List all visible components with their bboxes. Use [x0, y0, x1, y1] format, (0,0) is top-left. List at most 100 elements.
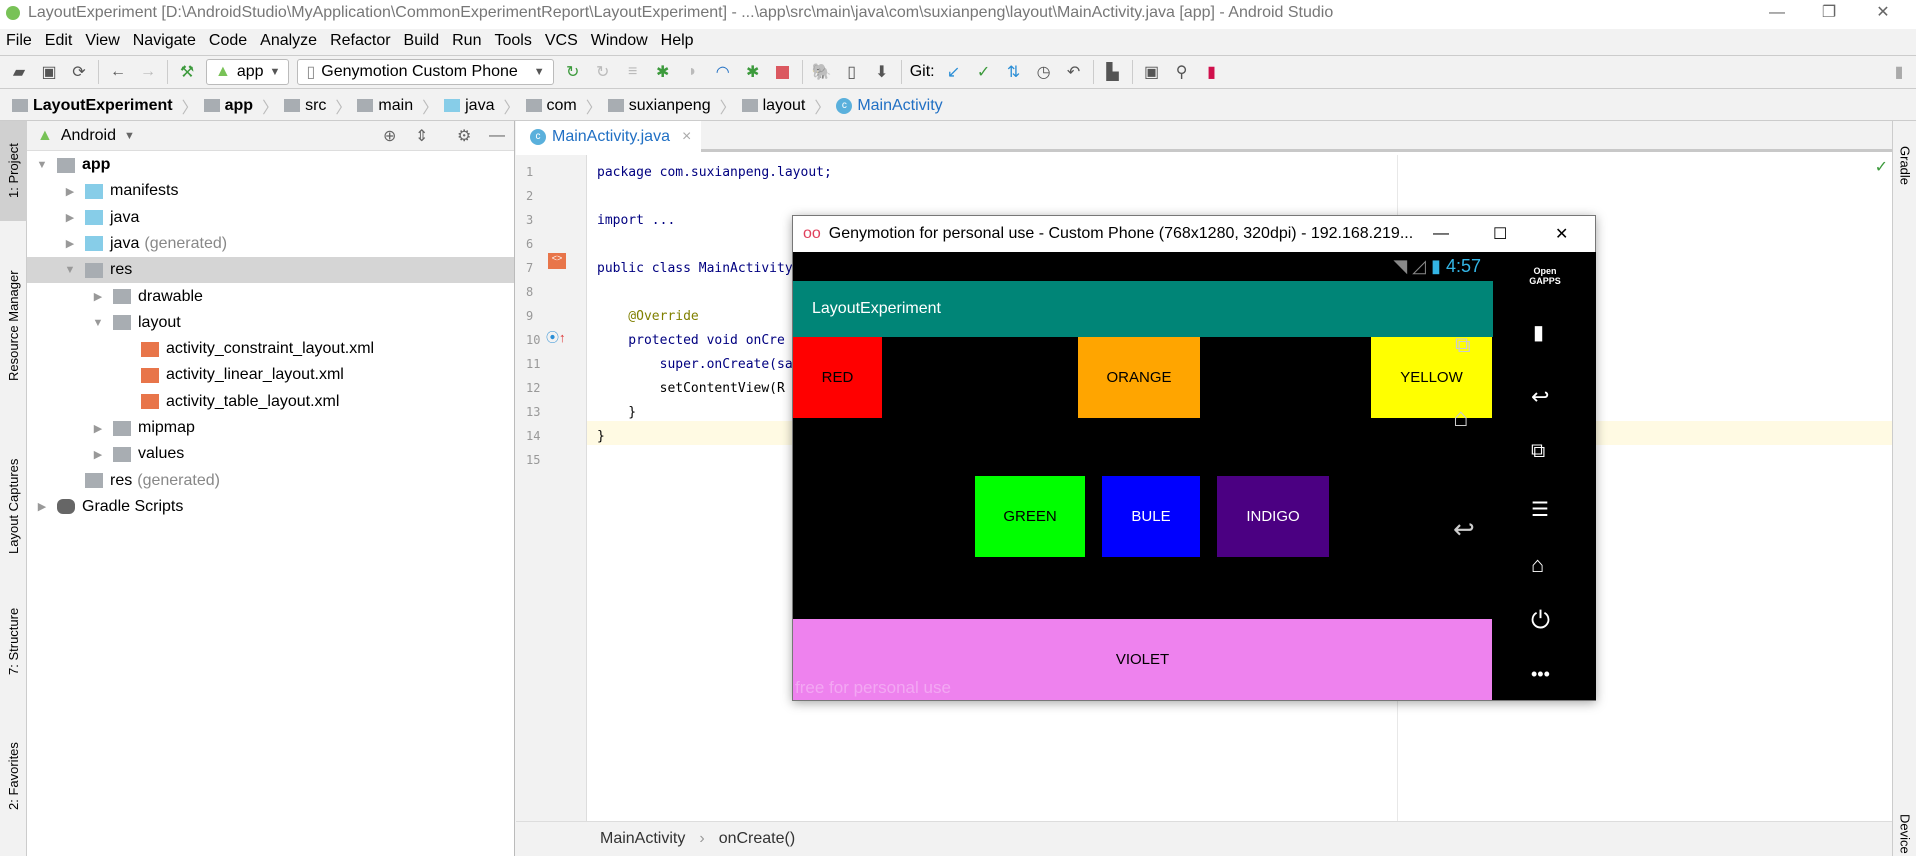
menu-vcs[interactable]: VCS [545, 32, 578, 50]
apply-code-changes-icon[interactable]: ↻ [592, 61, 614, 83]
menu-code[interactable]: Code [209, 32, 247, 50]
home-button-icon[interactable]: ⌂ [1531, 552, 1544, 578]
breadcrumb-layout[interactable]: layout 〉 [741, 94, 830, 118]
forward-icon[interactable]: → [137, 61, 159, 83]
gradle-sync-icon[interactable]: 🐘 [811, 61, 833, 83]
profile-icon[interactable]: ◠ [712, 61, 734, 83]
build-hammer-icon[interactable]: ⚒ [176, 61, 198, 83]
sdk-manager-icon[interactable]: ⬇ [871, 61, 893, 83]
close-button[interactable]: ✕ [1860, 0, 1906, 29]
genymotion-close-button[interactable]: ✕ [1555, 224, 1568, 244]
menu-button-icon[interactable]: ☰ [1531, 497, 1549, 522]
menu-tools[interactable]: Tools [494, 32, 531, 50]
maximize-button[interactable]: ❐ [1806, 0, 1852, 29]
terminal-icon[interactable]: ▣ [1141, 61, 1163, 83]
menu-analyze[interactable]: Analyze [260, 32, 317, 50]
menu-file[interactable]: File [6, 32, 32, 50]
sync-icon[interactable]: ⟳ [68, 61, 90, 83]
menu-refactor[interactable]: Refactor [330, 32, 390, 50]
tab-favorites[interactable]: 2: Favorites [0, 721, 27, 831]
menu-navigate[interactable]: Navigate [133, 32, 196, 50]
device-select[interactable]: ▯ Genymotion Custom Phone ▼ [297, 59, 554, 85]
hide-icon[interactable]: — [489, 127, 505, 145]
override-marker-icon[interactable]: ⦿↑ [546, 327, 566, 346]
tree-item[interactable]: ▶ values [27, 441, 514, 467]
back-button-icon[interactable]: ↩ [1531, 384, 1549, 410]
breadcrumb-com[interactable]: com 〉 [525, 94, 602, 118]
recent-apps-button-icon[interactable]: ⧉ [1531, 440, 1545, 463]
breadcrumb-app[interactable]: app 〉 [203, 94, 278, 118]
tree-item[interactable]: ▼ res [27, 257, 514, 284]
coverage-icon[interactable]: ◗ [682, 61, 704, 83]
tab-gradle[interactable]: Gradle [1893, 131, 1916, 201]
minimize-button[interactable]: — [1754, 0, 1800, 29]
tree-item[interactable]: ▶ java [27, 205, 514, 231]
search-icon[interactable]: ⚲ [1171, 61, 1193, 83]
close-tab-icon[interactable]: × [682, 128, 691, 146]
menu-edit[interactable]: Edit [45, 32, 73, 50]
tab-layout-captures[interactable]: Layout Captures [0, 441, 27, 571]
open-folder-icon[interactable]: ▰ [8, 61, 30, 83]
git-compare-icon[interactable]: ⇅ [1003, 61, 1025, 83]
project-structure-icon[interactable]: ▙ [1102, 61, 1124, 83]
tree-item[interactable]: ▶ manifests [27, 178, 514, 204]
expand-arrow-open-icon[interactable]: ▼ [91, 317, 105, 329]
breadcrumb-mainactivity[interactable]: c MainActivity [836, 97, 943, 115]
expand-arrow-icon[interactable]: ▶ [63, 185, 77, 198]
tab-mainactivity-java[interactable]: c MainActivity.java × [516, 121, 701, 152]
expand-arrow-icon[interactable]: ▶ [91, 422, 105, 435]
tree-item[interactable]: res (generated) [27, 468, 514, 494]
crumb-method[interactable]: onCreate() [719, 830, 795, 848]
attach-debugger-icon[interactable]: ✱ [742, 61, 764, 83]
apply-changes-icon[interactable]: ↻ [562, 61, 584, 83]
genymotion-minimize-button[interactable]: — [1433, 225, 1449, 243]
menu-run[interactable]: Run [452, 32, 481, 50]
menu-view[interactable]: View [85, 32, 119, 50]
back-icon[interactable]: ← [107, 61, 129, 83]
gutter-layout-file-icon[interactable]: <> [548, 253, 566, 269]
run-config-select[interactable]: ▲ app ▼ [206, 59, 290, 85]
expand-arrow-open-icon[interactable]: ▼ [63, 264, 77, 276]
expand-arrow-icon[interactable]: ▶ [63, 237, 77, 250]
gear-icon[interactable]: ⚙ [457, 126, 471, 146]
tree-item[interactable]: activity_linear_layout.xml [27, 362, 514, 388]
git-commit-icon[interactable]: ✓ [973, 61, 995, 83]
user-avatar-icon[interactable]: ▮ [1888, 61, 1910, 83]
tree-item[interactable]: ▼ app [27, 152, 514, 178]
tree-item[interactable]: ▶ java (generated) [27, 231, 514, 257]
power-button-icon[interactable]: ⏻ [1531, 607, 1550, 635]
project-view-select[interactable]: Android [61, 127, 116, 145]
tab-structure[interactable]: 7: Structure [0, 591, 27, 691]
breadcrumb-project[interactable]: LayoutExperiment 〉 [12, 94, 198, 118]
stop-icon[interactable] [772, 61, 794, 83]
chevron-down-icon[interactable]: ▼ [124, 130, 135, 142]
run-icon[interactable]: ≡ [622, 61, 644, 83]
expand-arrow-icon[interactable]: ▶ [35, 500, 49, 513]
breadcrumb-src[interactable]: src 〉 [284, 94, 351, 118]
tree-item[interactable]: ▶ Gradle Scripts [27, 494, 514, 520]
open-gapps-button[interactable]: Open GAPPS [1523, 266, 1567, 286]
save-icon[interactable]: ▣ [38, 61, 60, 83]
tree-item[interactable]: ▶ mipmap [27, 415, 514, 441]
genymotion-maximize-button[interactable]: ☐ [1493, 224, 1507, 244]
phone-screen[interactable]: ◥ ◿ ▮ 4:57 LayoutExperiment RED ORANGE YEL… [793, 252, 1493, 700]
tree-item[interactable]: ▼ layout [27, 310, 514, 336]
debug-icon[interactable]: ✱ [652, 61, 674, 83]
tab-device-file-explorer[interactable]: Device [1893, 811, 1916, 856]
tab-resource-manager[interactable]: Resource Manager [0, 251, 27, 401]
tab-project[interactable]: 1: Project [0, 121, 27, 221]
expand-arrow-icon[interactable]: ▶ [91, 290, 105, 303]
tree-item[interactable]: activity_constraint_layout.xml [27, 336, 514, 362]
history-icon[interactable]: ◷ [1033, 61, 1055, 83]
recent-apps-icon[interactable]: ⧉ [1455, 332, 1471, 358]
menu-build[interactable]: Build [404, 32, 440, 50]
tree-item[interactable]: activity_table_layout.xml [27, 389, 514, 415]
menu-help[interactable]: Help [661, 32, 694, 50]
crumb-class[interactable]: MainActivity [600, 830, 685, 848]
breadcrumb-java[interactable]: java 〉 [444, 94, 520, 118]
rollback-icon[interactable]: ↶ [1063, 61, 1085, 83]
battery-widget-icon[interactable]: ▮ [1533, 320, 1544, 345]
expand-arrow-icon[interactable]: ▶ [63, 211, 77, 224]
git-update-icon[interactable]: ↙ [943, 61, 965, 83]
back-icon[interactable]: ↩ [1453, 514, 1475, 545]
